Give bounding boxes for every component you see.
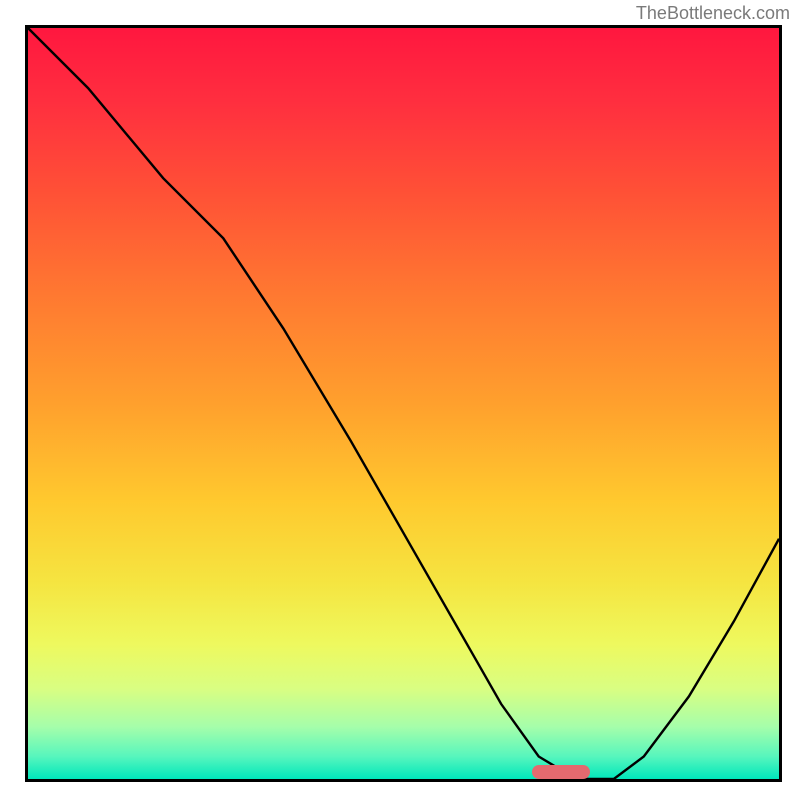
target-marker (532, 765, 590, 779)
plot-area (25, 25, 782, 782)
curve-path (28, 28, 779, 779)
curve-svg (28, 28, 779, 779)
chart-container: TheBottleneck.com (0, 0, 800, 800)
attribution-text: TheBottleneck.com (636, 3, 790, 24)
